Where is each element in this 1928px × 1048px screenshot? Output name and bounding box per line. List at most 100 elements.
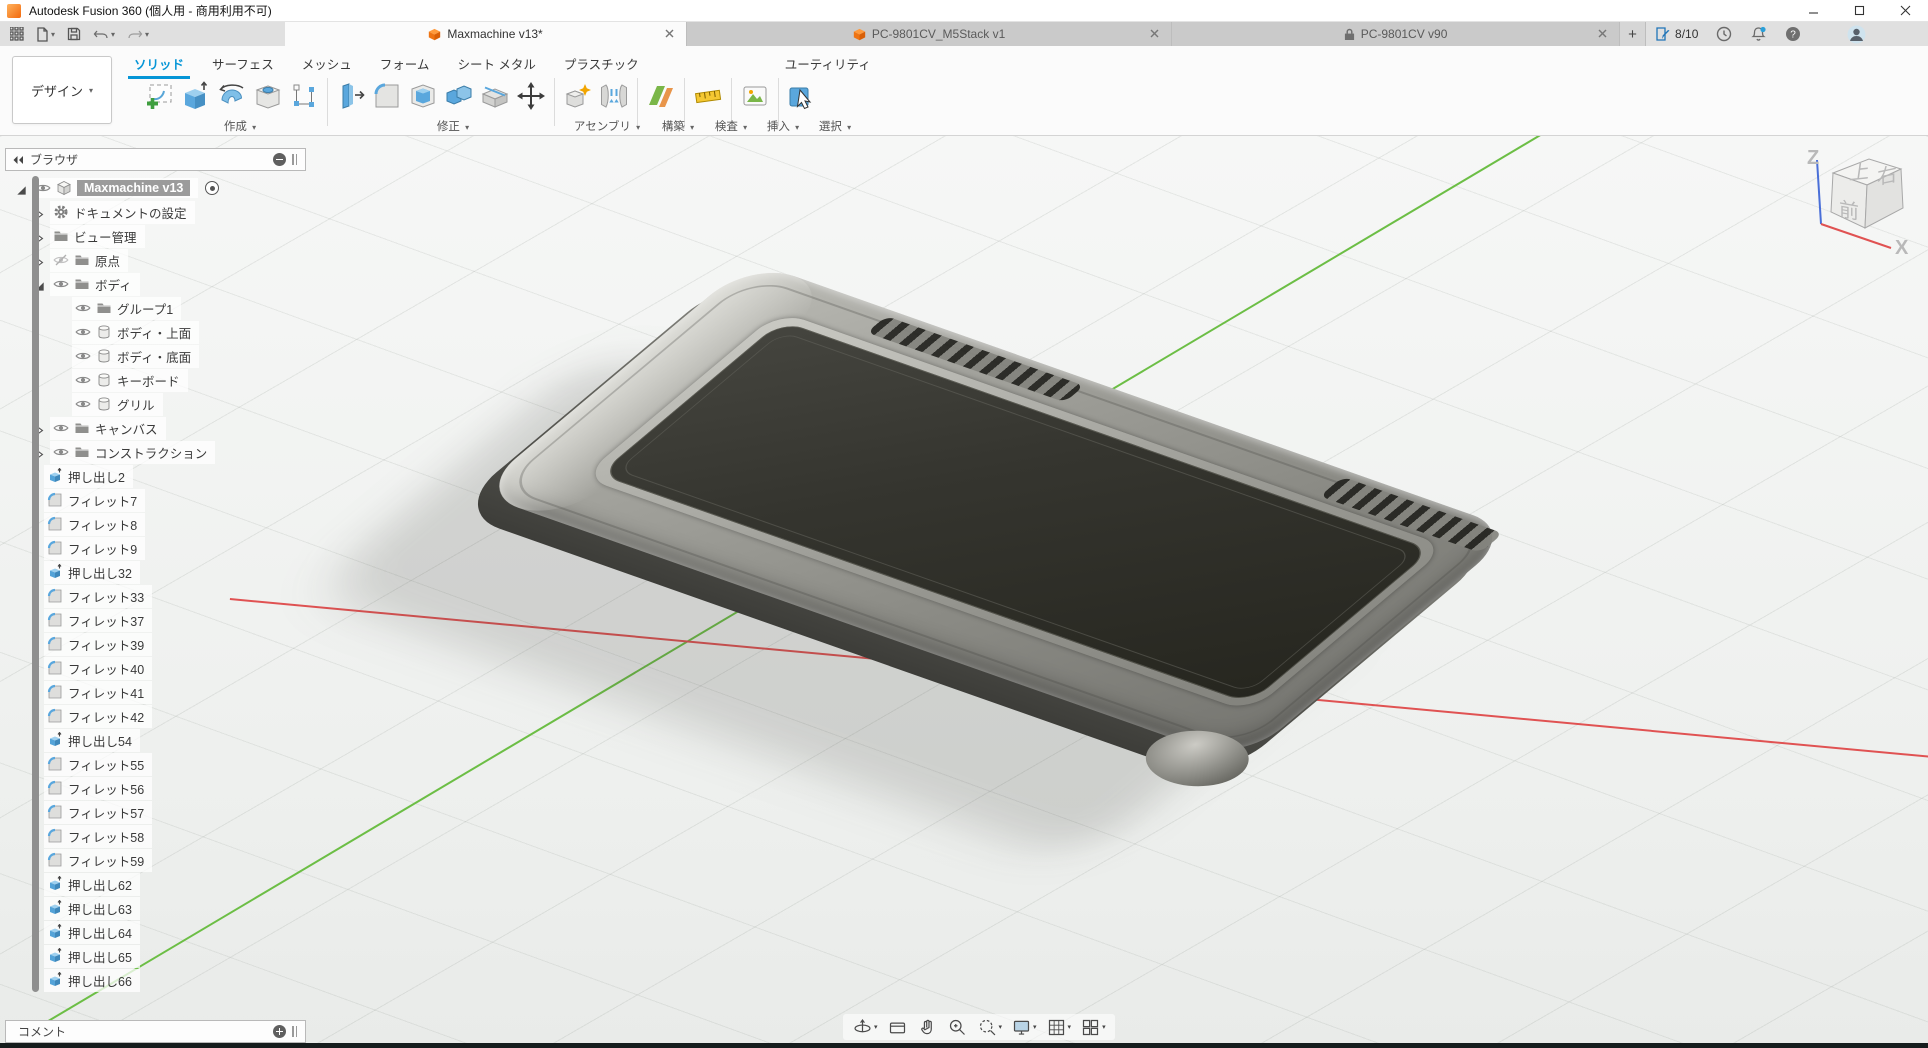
tab-document-2[interactable]: PC-9801CV_M5Stack v1 [687,22,1172,46]
file-menu-icon[interactable]: ▾ [32,22,59,46]
viewcube-front-label: 前 [1839,198,1859,224]
ribbon-tab-plastic[interactable]: プラスチック [550,51,653,76]
undo-icon[interactable]: ▾ [89,22,119,46]
eye-visible-icon[interactable] [53,276,69,292]
document-tab-strip: ▾ ▾ ▾ Maxmachine v13* PC-9801CV_M5Stack … [0,22,1928,46]
browser-scrollbar[interactable] [32,176,39,992]
tree-item-label: 押し出し32 [68,563,132,582]
ribbon-tab-mesh[interactable]: メッシュ [288,51,366,76]
fit-icon[interactable]: ▾ [974,1017,1006,1038]
save-icon[interactable] [63,22,85,46]
tree-item-label: ビュー管理 [74,227,137,246]
fillet-icon[interactable] [369,78,405,114]
help-icon[interactable]: ? [1776,22,1810,46]
job-status-icon[interactable] [1707,22,1741,46]
model-viewport[interactable]: Z X 上 前 右 ブラウザ Maxmachine v13ドキュメントの設定ビュ… [0,136,1928,1043]
tab-close-icon[interactable] [1148,27,1161,40]
tab-document-3[interactable]: PC-9801CV v90 [1172,22,1620,46]
new-tab-button[interactable]: + [1620,22,1646,46]
group-label-construct[interactable]: 構築 ▾ [655,118,701,134]
eye-visible-icon[interactable] [53,420,69,436]
grid-settings-icon[interactable]: ▾ [1043,1017,1075,1038]
eye-visible-icon[interactable] [53,444,69,460]
eye-visible-icon[interactable] [75,372,91,388]
notifications-bell-icon[interactable] [1741,22,1776,46]
group-label-insert[interactable]: 挿入 ▾ [760,118,806,134]
browser-panel-header[interactable]: ブラウザ [5,148,306,171]
document-cube-icon [853,28,866,41]
combine-icon[interactable] [441,78,477,114]
create-sketch-icon[interactable] [142,78,178,114]
maximize-button[interactable] [1836,0,1882,21]
tree-item-label: フィレット57 [68,803,144,822]
insert-canvas-icon[interactable] [737,78,773,114]
look-at-icon[interactable] [884,1017,911,1038]
ribbon-tab-solid[interactable]: ソリッド [120,51,198,76]
eye-visible-icon[interactable] [75,396,91,412]
comment-expand-icon[interactable] [273,1025,286,1038]
ribbon-group-inspect [690,78,726,114]
workspace-selector[interactable]: デザイン▾ [12,56,112,124]
shell-icon[interactable] [405,78,441,114]
ribbon-group-construct [643,78,679,114]
tab-close-icon[interactable] [1596,27,1609,40]
group-label-assembly[interactable]: アセンブリ ▾ [566,118,648,134]
panel-resize-grip[interactable] [292,1026,300,1037]
tab-close-icon[interactable] [663,27,676,40]
ribbon-tab-surface[interactable]: サーフェス [198,51,288,76]
eye-visible-icon[interactable] [75,348,91,364]
display-settings-icon[interactable]: ▾ [1008,1017,1040,1038]
select-icon[interactable] [784,78,820,114]
sketch-dimension-icon[interactable] [286,78,322,114]
pan-icon[interactable] [914,1017,941,1038]
joint-icon[interactable] [596,78,632,114]
view-cube[interactable]: Z X 上 前 右 [1795,146,1925,268]
press-pull-icon[interactable] [333,78,369,114]
account-avatar[interactable] [1838,22,1875,46]
eye-visible-icon[interactable] [75,324,91,340]
fillet-icon [47,492,63,508]
group-label-select[interactable]: 選択 ▾ [812,118,858,134]
close-button[interactable] [1882,0,1928,21]
ribbon-group-create [142,78,322,114]
document-limit-icon [1655,26,1671,42]
fillet-icon [47,804,63,820]
tree-item-label: 押し出し63 [68,899,132,918]
extrude-icon [47,948,63,964]
collapse-arrow-icon[interactable] [16,183,29,194]
group-label-inspect[interactable]: 検査 ▾ [708,118,754,134]
ribbon-tab-sheetmetal[interactable]: シート メタル [443,51,549,76]
fillet-icon [47,684,63,700]
measure-icon[interactable] [690,78,726,114]
ribbon-tab-form[interactable]: フォーム [366,51,444,76]
extrude-icon[interactable] [178,78,214,114]
minimize-button[interactable] [1790,0,1836,21]
split-body-icon[interactable] [477,78,513,114]
viewports-icon[interactable]: ▾ [1077,1017,1109,1038]
activate-component-radio[interactable] [205,181,219,195]
eye-hidden-icon[interactable] [53,252,69,268]
construction-plane-icon[interactable] [643,78,679,114]
body-icon [96,348,112,364]
group-label-modify[interactable]: 修正 ▾ [345,118,561,134]
comment-panel[interactable]: コメント [5,1020,306,1043]
tree-item-label: フィレット9 [68,539,137,558]
redo-icon[interactable]: ▾ [123,22,153,46]
ribbon-group-modify [333,78,549,114]
tab-document-1[interactable]: Maxmachine v13* [285,22,687,46]
hole-icon[interactable] [250,78,286,114]
zoom-icon[interactable] [944,1017,971,1038]
orbit-icon[interactable]: ▾ [849,1017,881,1038]
eye-visible-icon[interactable] [75,300,91,316]
app-grid-icon[interactable] [6,22,28,46]
new-component-icon[interactable] [560,78,596,114]
move-icon[interactable] [513,78,549,114]
document-limit-badge[interactable]: 8/10 [1646,22,1707,46]
panel-resize-grip[interactable] [292,154,300,165]
collapse-panel-icon[interactable] [12,155,24,165]
ribbon-tab-utility[interactable]: ユーティリティ [771,51,885,76]
revolve-icon[interactable] [214,78,250,114]
quick-access-toolbar: ▾ ▾ ▾ [0,22,159,46]
group-label-create[interactable]: 作成 ▾ [150,118,330,134]
browser-collapse-icon[interactable] [273,153,286,166]
